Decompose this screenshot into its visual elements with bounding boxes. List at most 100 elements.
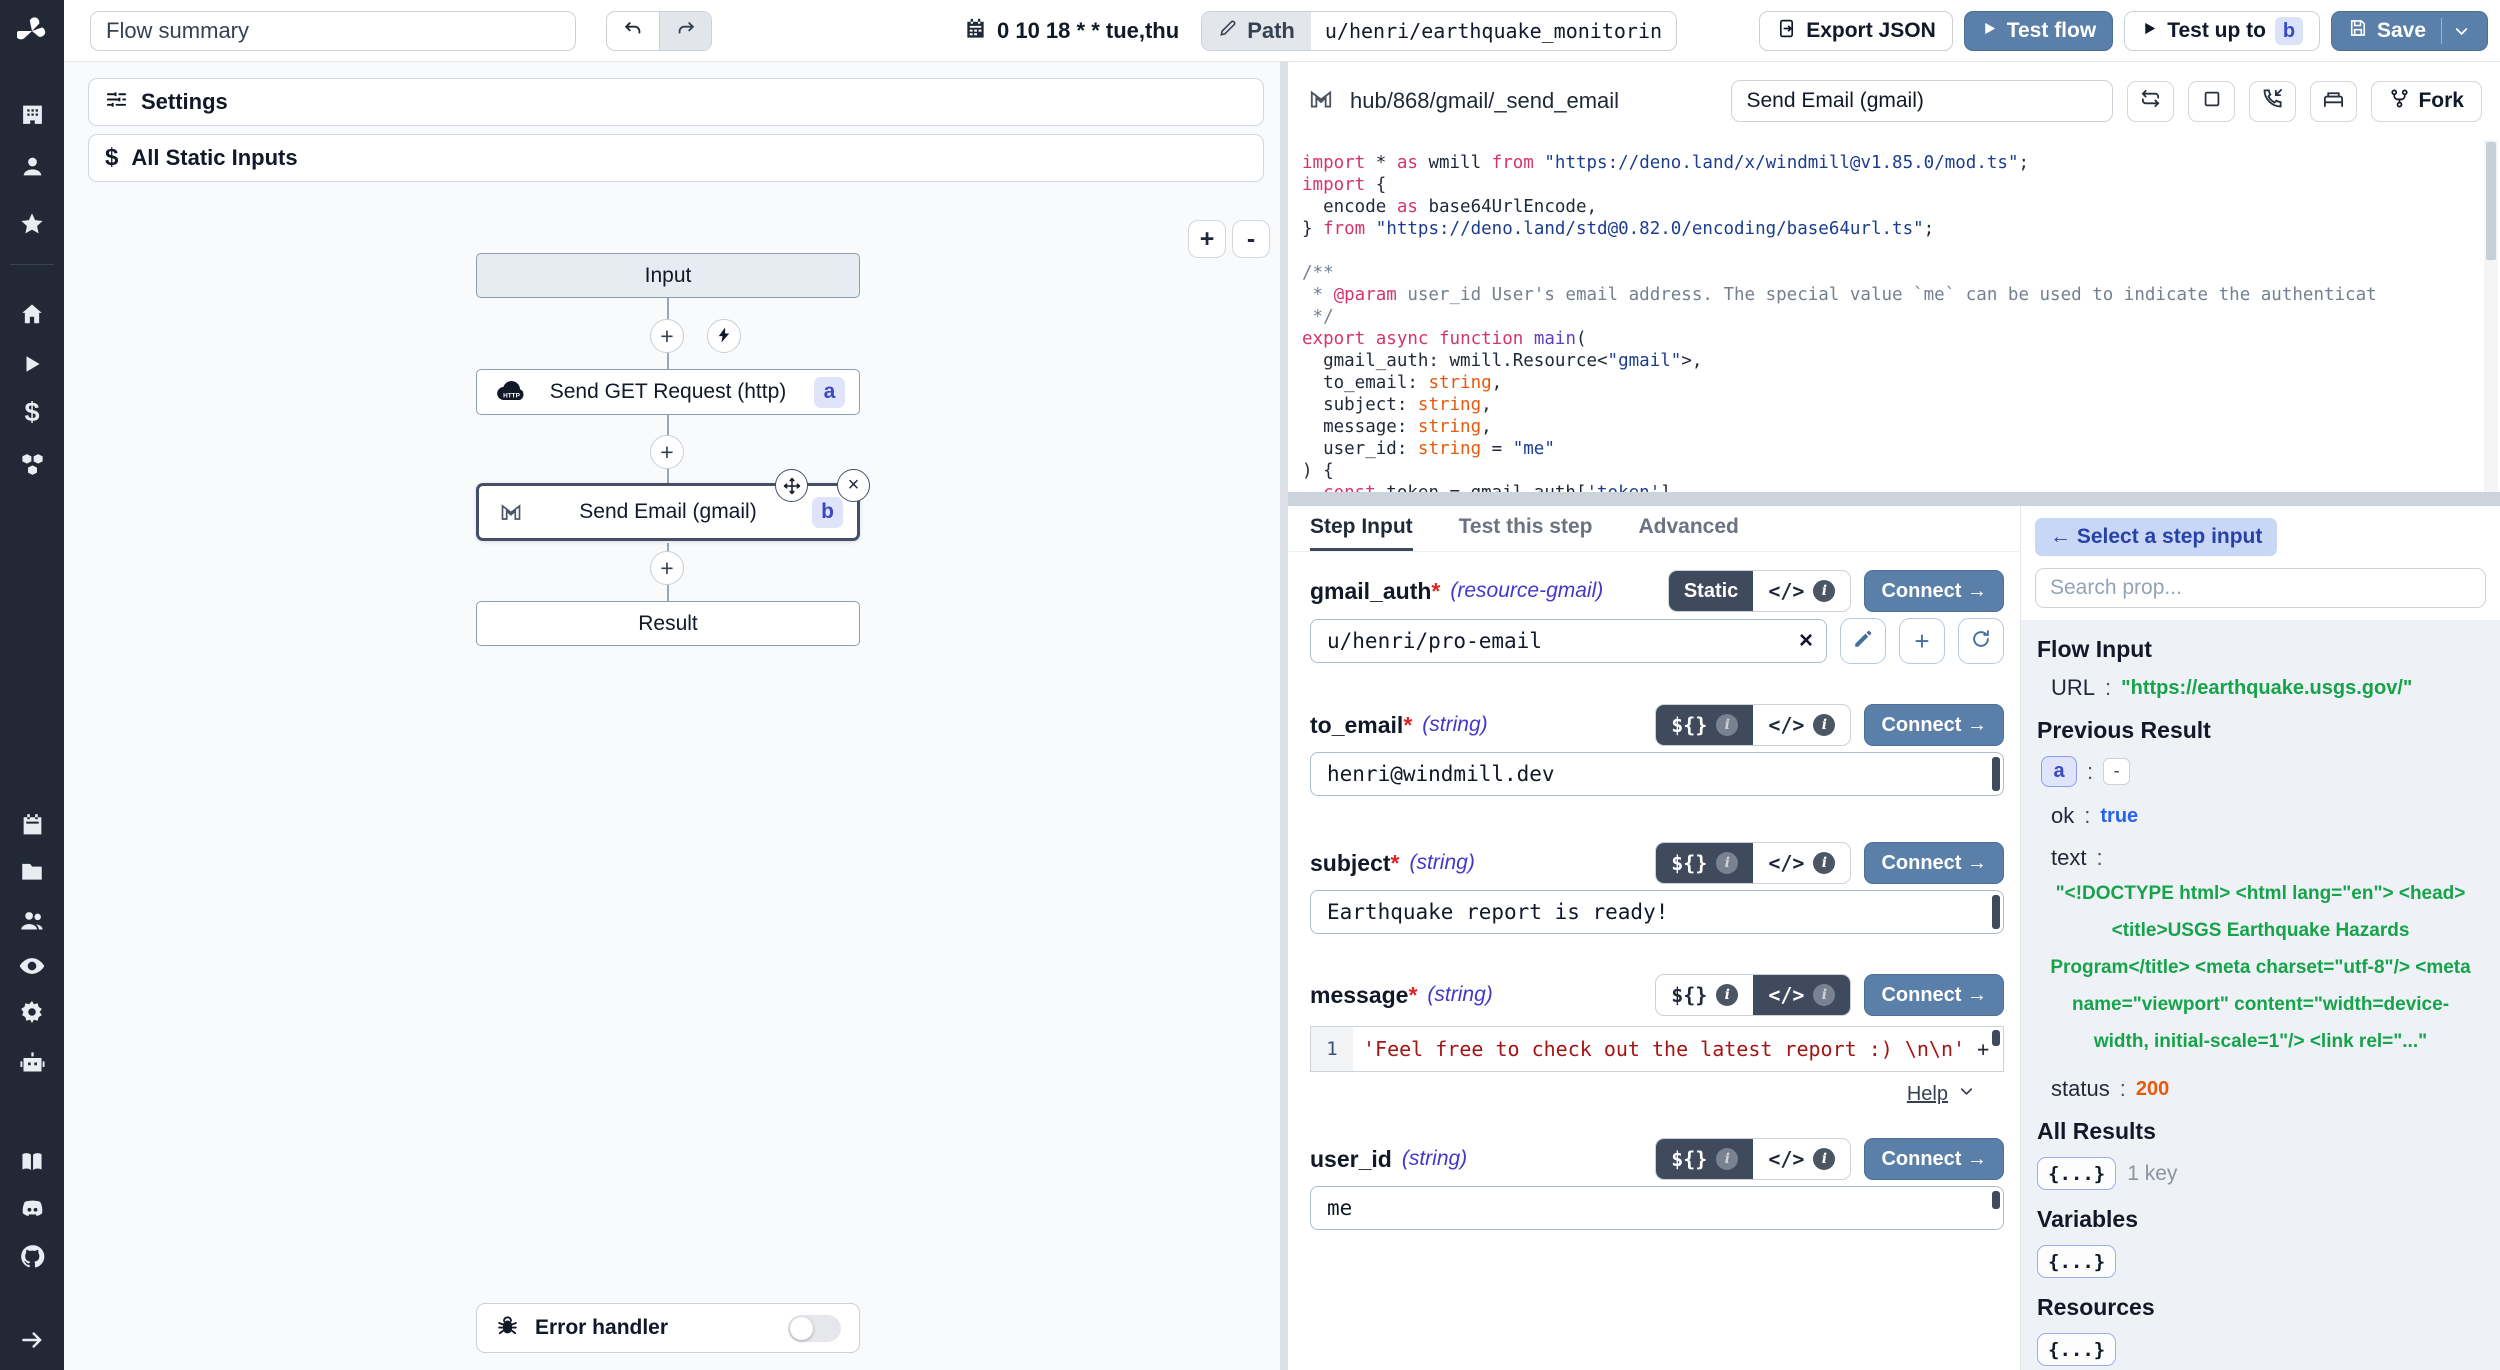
redo-button[interactable] xyxy=(659,12,711,50)
mode-expression[interactable]: ${}i xyxy=(1656,843,1753,883)
path-edit-button[interactable]: Path xyxy=(1202,12,1311,50)
connect-button[interactable]: Connect → xyxy=(1864,974,2004,1016)
variables-object-chip[interactable]: {...} xyxy=(2037,1245,2116,1278)
gmail-auth-input[interactable] xyxy=(1311,620,1786,662)
sidebar-item-schedules[interactable] xyxy=(0,802,64,846)
all-results-object-chip[interactable]: {...} xyxy=(2037,1157,2116,1190)
step-badge-a[interactable]: a xyxy=(2041,756,2077,787)
tab-advanced[interactable]: Advanced xyxy=(1638,506,1738,551)
windmill-logo-icon[interactable] xyxy=(0,8,64,54)
collapse-button[interactable]: - xyxy=(2103,758,2130,785)
schedule-button[interactable]: 0 10 18 * * tue,thu xyxy=(964,17,1179,46)
mode-static[interactable]: Static xyxy=(1669,571,1753,611)
message-expression[interactable]: 'Feel free to check out the latest repor… xyxy=(1353,1027,2003,1071)
add-step-button[interactable]: + xyxy=(650,435,684,469)
zoom-in-button[interactable]: + xyxy=(1188,220,1226,258)
trigger-button[interactable] xyxy=(707,319,741,353)
flow-node-gmail-selected[interactable]: Send Email (gmail) b × xyxy=(476,483,860,541)
sidebar-expand[interactable] xyxy=(0,1318,64,1362)
sidebar-item-resources[interactable] xyxy=(0,442,64,486)
error-handler-toggle[interactable] xyxy=(788,1315,841,1342)
code-editor[interactable]: import * as wmill from "https://deno.lan… xyxy=(1288,140,2500,492)
move-step-handle[interactable] xyxy=(775,469,808,502)
clear-resource-button[interactable]: × xyxy=(1786,627,1826,655)
sidebar-item-workspace[interactable] xyxy=(0,92,64,136)
zoom-out-button[interactable]: - xyxy=(1232,220,1270,258)
delete-step-button[interactable]: × xyxy=(837,469,870,502)
refresh-resource-button[interactable] xyxy=(1958,618,2004,664)
resources-object-chip[interactable]: {...} xyxy=(2037,1333,2116,1366)
mode-static-label: Static xyxy=(1684,580,1738,603)
mode-expression[interactable]: ${}i xyxy=(1656,975,1753,1015)
user-id-input[interactable] xyxy=(1311,1187,2003,1229)
flow-settings-button[interactable]: Settings xyxy=(88,78,1264,126)
sidebar-item-favorites[interactable] xyxy=(0,202,64,246)
reload-script-button[interactable] xyxy=(2127,81,2174,122)
add-step-button[interactable]: + xyxy=(650,551,684,585)
box-button[interactable] xyxy=(2188,81,2235,122)
flow-node-result[interactable]: Result xyxy=(476,601,860,646)
sidebar-item-settings[interactable] xyxy=(0,990,64,1034)
undo-button[interactable] xyxy=(607,12,659,50)
sidebar-item-user[interactable] xyxy=(0,144,64,188)
sidebar-item-groups[interactable] xyxy=(0,898,64,942)
search-prop-input[interactable] xyxy=(2035,568,2486,608)
test-flow-button[interactable]: Test flow xyxy=(1964,11,2113,51)
connect-button[interactable]: Connect → xyxy=(1864,704,2004,746)
webhook-button[interactable] xyxy=(2249,81,2296,122)
save-dropdown-button[interactable] xyxy=(2441,18,2471,44)
add-step-button[interactable]: + xyxy=(650,319,684,353)
mode-javascript[interactable]: </>i xyxy=(1753,705,1850,745)
sidebar-item-docs[interactable] xyxy=(0,1140,64,1184)
mode-javascript[interactable]: </>i xyxy=(1753,975,1850,1015)
result-text-value[interactable]: "<!DOCTYPE html> <html lang="en"> <head>… xyxy=(2045,875,2476,1060)
flow-summary-input[interactable] xyxy=(90,11,576,51)
error-handler[interactable]: Error handler xyxy=(476,1303,860,1353)
panel-splitter-vertical[interactable] xyxy=(1280,62,1288,1370)
result-ok-row[interactable]: ok : true xyxy=(2051,803,2484,829)
subject-input[interactable] xyxy=(1311,891,2003,933)
select-step-input-button[interactable]: ← Select a step input xyxy=(2035,518,2277,556)
mode-expression[interactable]: ${}i xyxy=(1656,1139,1753,1179)
tab-test-this-step[interactable]: Test this step xyxy=(1459,506,1593,551)
sidebar-item-github[interactable] xyxy=(0,1234,64,1278)
code-mode-icon: </> xyxy=(1768,851,1804,875)
all-results-title: All Results xyxy=(2037,1118,2484,1145)
code-scrollbar[interactable] xyxy=(2484,140,2498,492)
mode-javascript[interactable]: </>i xyxy=(1753,1139,1850,1179)
tab-step-input[interactable]: Step Input xyxy=(1310,506,1413,551)
result-text-row[interactable]: text : xyxy=(2051,845,2484,871)
mode-javascript[interactable]: </>i xyxy=(1753,843,1850,883)
flow-input-url-row[interactable]: URL : "https://earthquake.usgs.gov/" xyxy=(2051,675,2484,701)
step-name-input[interactable] xyxy=(1731,80,2113,122)
flow-node-input[interactable]: Input xyxy=(476,253,860,298)
fork-button[interactable]: Fork xyxy=(2371,81,2482,122)
sidebar-item-variables[interactable]: $ xyxy=(0,390,64,434)
test-up-to-button[interactable]: Test up to b xyxy=(2124,11,2320,51)
sidebar-item-workers[interactable] xyxy=(0,1040,64,1084)
add-resource-button[interactable]: + xyxy=(1899,618,1945,664)
sidebar-item-audit-logs[interactable] xyxy=(0,944,64,988)
save-button[interactable]: Save xyxy=(2331,11,2488,51)
all-static-inputs-button[interactable]: $ All Static Inputs xyxy=(88,134,1264,182)
flow-node-http[interactable]: HTTP Send GET Request (http) a xyxy=(476,369,860,415)
result-status-row[interactable]: status : 200 xyxy=(2051,1076,2484,1102)
connect-button[interactable]: Connect → xyxy=(1864,570,2004,612)
mode-javascript[interactable]: </>i xyxy=(1753,571,1850,611)
connect-button[interactable]: Connect → xyxy=(1864,842,2004,884)
connect-button[interactable]: Connect → xyxy=(1864,1138,2004,1180)
code-scrollbar-thumb[interactable] xyxy=(2486,142,2496,260)
panel-splitter-horizontal[interactable] xyxy=(1288,492,2500,506)
message-expression-editor[interactable]: 1 'Feel free to check out the latest rep… xyxy=(1310,1026,2004,1072)
edit-resource-button[interactable] xyxy=(1840,618,1886,664)
sidebar-item-discord[interactable] xyxy=(0,1186,64,1230)
sidebar-item-home[interactable] xyxy=(0,292,64,336)
mode-expression[interactable]: ${}i xyxy=(1656,705,1753,745)
sidebar-item-folders[interactable] xyxy=(0,850,64,894)
export-json-button[interactable]: Export JSON xyxy=(1759,11,1953,51)
sleep-button[interactable] xyxy=(2310,81,2357,122)
sidebar-item-runs[interactable] xyxy=(0,342,64,386)
to-email-input[interactable] xyxy=(1311,753,2003,795)
field-user-id-value xyxy=(1310,1186,2004,1230)
help-toggle[interactable]: Help xyxy=(1907,1082,1976,1107)
